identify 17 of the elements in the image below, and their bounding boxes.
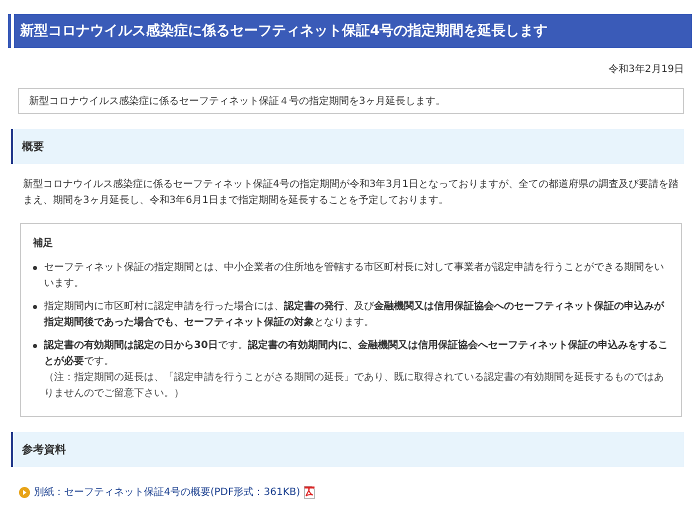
note-text: （注：指定期間の延長は、「認定申請を行うことがさる期間の延長」であり、既に取得されている認定書の有効期間を延長するものではありませんのでご留意下さい。） — [44, 370, 665, 401]
summary-box: 新型コロナウイルス感染症に係るセーフティネット保証４号の指定期間を3ヶ月延長します。 — [18, 88, 684, 114]
bullet-icon — [33, 305, 37, 309]
bullet-icon — [33, 266, 37, 270]
page-title: 新型コロナウイルス感染症に係るセーフティネット保証4号の指定期間を延長します — [8, 14, 692, 48]
section-heading: 参考資料 — [11, 432, 684, 467]
section-heading: 概要 — [11, 129, 684, 164]
note-heading: 補足 — [33, 236, 54, 250]
paragraph: 新型コロナウイルス感染症に係るセーフティネット保証4号の指定期間が令和3年3月1日となっておりますが、全ての都道府県の調査及び要請を踏まえ、期間を3ヶ月延長し、令和3年6月1日まで指定期間を延長することを予定しております。 — [23, 178, 680, 208]
pdf-link[interactable]: 別紙：セーフティネット保証4号の概要(PDF形式：361KB) — [34, 485, 300, 499]
date-text: 令和3年2月19日 — [608, 62, 684, 76]
bullet-text: 指定期間内に市区町村に認定申請を行った場合には、認定書の発行、及び金融機関又は信用保証協会へのセーフティネット保証の申込みが指定期間後であった場合でも、セーフティネット保証の対象となります。 — [44, 299, 666, 330]
pdf-icon — [304, 486, 316, 498]
arrow-circle-icon — [19, 486, 30, 498]
bullet-icon — [33, 344, 37, 348]
bullet-text: 認定書の有効期間は認定の日から30日です。認定書の有効期間内に、金融機関又は信用保証協会へセーフティネット保証の申込みをすることが必要です。 — [44, 338, 669, 369]
bullet-text: セーフティネット保証の指定期間とは、中小企業者の住所地を管轄する市区町村長に対して事業者が認定申請を行うことができる期間をいいます。 — [44, 260, 665, 291]
